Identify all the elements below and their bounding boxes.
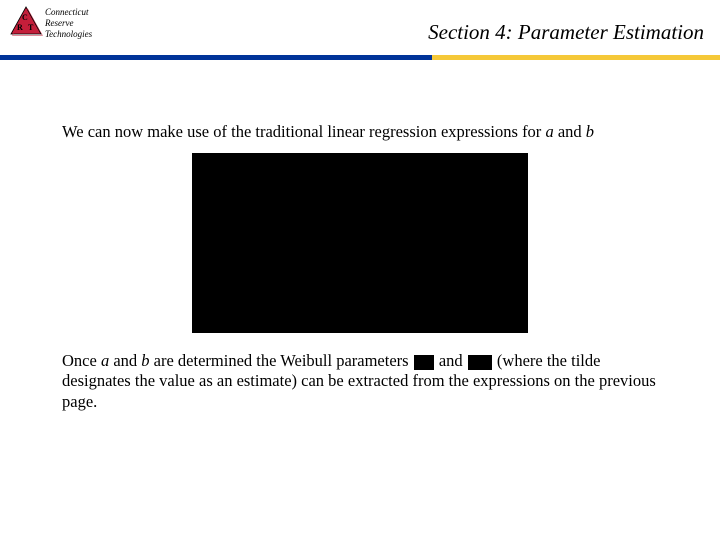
- variable-b-2: b: [141, 351, 149, 370]
- svg-text:Technologies: Technologies: [45, 29, 93, 39]
- svg-text:R: R: [17, 23, 23, 32]
- logo-icon: C R T Connecticut Reserve Technologies: [8, 4, 113, 46]
- conclusion-paragraph: Once a and b are determined the Weibull …: [62, 351, 658, 413]
- para2-text-pre: Once: [62, 351, 101, 370]
- slide-header: C R T Connecticut Reserve Technologies S…: [0, 0, 720, 62]
- variable-a-2: a: [101, 351, 109, 370]
- para1-text-mid: and: [554, 122, 586, 141]
- rule-gold-segment: [432, 55, 720, 60]
- para1-text-pre: We can now make use of the traditional l…: [62, 122, 545, 141]
- company-logo: C R T Connecticut Reserve Technologies: [8, 4, 113, 46]
- para2-and2: and: [435, 351, 467, 370]
- svg-text:C: C: [22, 13, 28, 22]
- svg-text:Reserve: Reserve: [44, 18, 73, 28]
- slide-content: We can now make use of the traditional l…: [0, 62, 720, 413]
- symbol-placeholder-1: [414, 355, 434, 370]
- equation-placeholder-box: [192, 153, 528, 333]
- variable-b: b: [586, 122, 594, 141]
- para2-mid1: are determined the Weibull parameters: [150, 351, 413, 370]
- svg-text:T: T: [28, 23, 34, 32]
- para2-and1: and: [109, 351, 141, 370]
- header-rule: [0, 55, 720, 60]
- symbol-placeholder-2: [468, 355, 492, 370]
- svg-text:Connecticut: Connecticut: [45, 7, 89, 17]
- intro-paragraph: We can now make use of the traditional l…: [62, 122, 658, 143]
- section-title: Section 4: Parameter Estimation: [428, 20, 704, 45]
- rule-blue-segment: [0, 55, 432, 60]
- variable-a: a: [545, 122, 553, 141]
